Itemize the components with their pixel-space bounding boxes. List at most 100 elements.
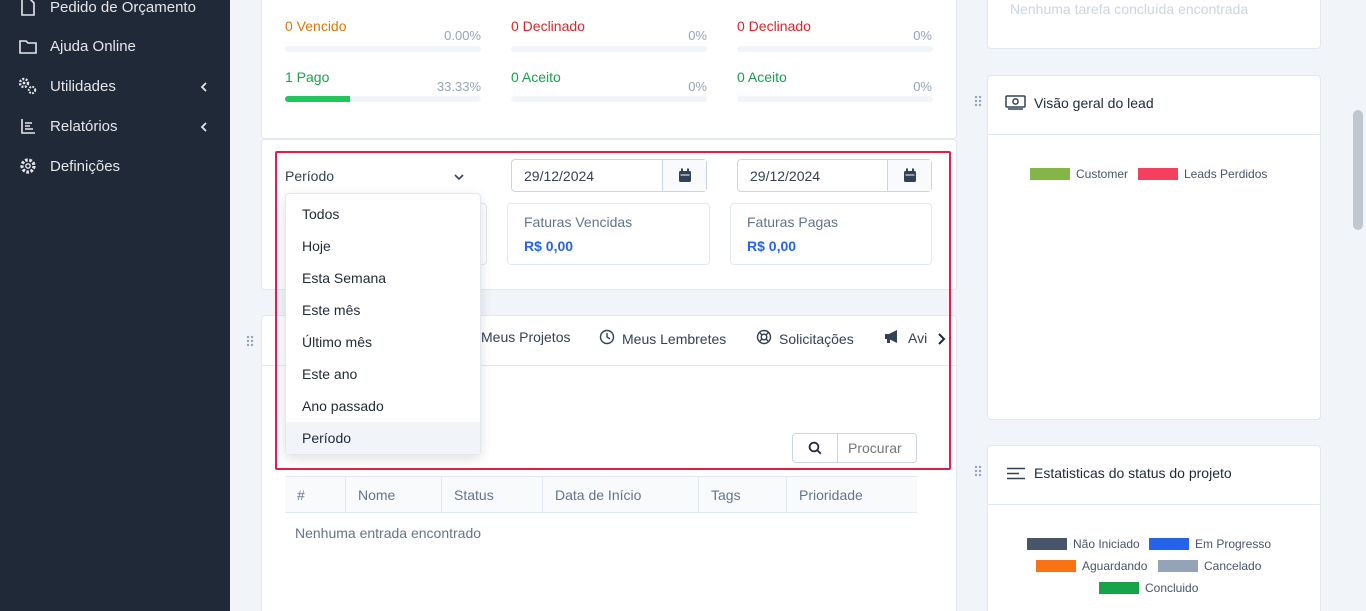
chevron-left-icon	[198, 80, 210, 92]
table-header-cell[interactable]: Status	[442, 476, 543, 513]
sidebar-item-relatorios[interactable]: Relatórios	[0, 106, 230, 146]
sidebar-item-label: Definições	[50, 157, 121, 175]
tab-label: Solicitações	[779, 330, 854, 347]
bullhorn-icon	[884, 329, 901, 347]
dropdown-option-ano-passado[interactable]: Ano passado	[286, 390, 480, 422]
card-value: R$ 0,00	[747, 238, 797, 254]
cogs-icon	[18, 76, 38, 96]
sidebar-item-label: Ajuda Online	[50, 37, 136, 55]
file-icon	[18, 0, 38, 17]
tab-solicitacoes[interactable]: Solicitações	[756, 329, 854, 348]
legend-swatch	[1036, 560, 1076, 572]
legend-swatch	[1027, 538, 1067, 550]
progress-bar	[511, 96, 707, 102]
search-input[interactable]	[839, 434, 916, 462]
period-select-value: Período	[285, 168, 335, 184]
calendar-icon[interactable]	[887, 160, 931, 191]
legend-label: Aguardando	[1082, 559, 1148, 573]
stat-pct: 0%	[913, 28, 932, 43]
date-from-input[interactable]: 29/12/2024	[511, 159, 707, 192]
stat-pct: 0.00%	[444, 28, 481, 43]
money-bill-icon	[1005, 95, 1026, 115]
progress-bar	[285, 96, 481, 102]
dropdown-option-este-ano[interactable]: Este ano	[286, 358, 480, 390]
progress-bar	[285, 46, 481, 52]
period-select[interactable]: Período	[285, 161, 475, 191]
sidebar-item-label: Pedido de Orçamento	[50, 0, 196, 16]
bars-icon	[1006, 467, 1026, 485]
legend-item[interactable]: Customer	[1030, 167, 1128, 181]
faturas-pagas-card: Faturas Pagas R$ 0,00	[730, 203, 932, 265]
legend-item[interactable]: Em Progresso	[1149, 537, 1271, 551]
legend-label: Em Progresso	[1195, 537, 1272, 551]
dropdown-option-esta-semana[interactable]: Esta Semana	[286, 262, 480, 294]
card-title: Faturas Vencidas	[524, 214, 633, 230]
dropdown-option-periodo[interactable]: Período	[286, 422, 480, 454]
tab-avisos[interactable]: Avi	[884, 329, 927, 347]
dropdown-option-todos[interactable]: Todos	[286, 198, 480, 230]
table-header-cell[interactable]: Tags	[699, 476, 787, 513]
legend-label: Leads Perdidos	[1184, 167, 1268, 181]
tab-label: Avi	[908, 330, 928, 346]
scrollbar-track[interactable]	[1350, 0, 1366, 611]
tasks-card: Nenhuma tarefa concluída encontrada	[987, 0, 1321, 49]
stat-aceito: 0 Aceito	[737, 69, 787, 85]
card-title: Faturas Pagas	[747, 214, 839, 230]
stat-pct: 0%	[688, 79, 707, 94]
lead-overview-card	[987, 75, 1321, 420]
dropdown-option-ultimo-mes[interactable]: Último mês	[286, 326, 480, 358]
sidebar-item-label: Relatórios	[50, 117, 118, 135]
clock-icon	[599, 329, 615, 348]
legend-label: Concluido	[1145, 581, 1199, 595]
sidebar-item-definicoes[interactable]: Definições	[0, 146, 230, 186]
stat-vencido: 0 Vencido	[285, 18, 347, 34]
chevron-left-icon	[198, 120, 210, 132]
progress-bar	[737, 96, 933, 102]
date-to-input[interactable]: 29/12/2024	[737, 159, 932, 192]
legend-label: Cancelado	[1204, 559, 1262, 573]
chevron-down-icon	[453, 170, 465, 186]
sidebar-item-ajuda-online[interactable]: Ajuda Online	[0, 26, 230, 66]
calendar-icon[interactable]	[662, 160, 706, 191]
stat-pct: 0%	[688, 28, 707, 43]
dropdown-option-este-mes[interactable]: Este mês	[286, 294, 480, 326]
tasks-empty-message: Nenhuma tarefa concluída encontrada	[1010, 1, 1249, 17]
table-header-cell[interactable]: Prioridade	[787, 476, 917, 513]
legend-item[interactable]: Concluido	[1099, 581, 1198, 595]
lead-overview-title: Visão geral do lead	[1034, 95, 1154, 111]
table-header-cell[interactable]: #	[285, 476, 346, 513]
drag-handle-icon[interactable]	[974, 94, 982, 107]
stat-aceito: 0 Aceito	[511, 69, 561, 85]
legend-label: Customer	[1076, 167, 1129, 181]
date-to-value: 29/12/2024	[750, 168, 821, 184]
legend-swatch	[1099, 582, 1139, 594]
legend-item[interactable]: Leads Perdidos	[1138, 167, 1267, 181]
invoice-stats-card	[261, 0, 957, 139]
table-header-cell[interactable]: Data de Início	[543, 476, 699, 513]
sidebar-item-utilidades[interactable]: Utilidades	[0, 66, 230, 106]
dropdown-option-hoje[interactable]: Hoje	[286, 230, 480, 262]
chevron-right-icon[interactable]	[936, 332, 946, 351]
legend-swatch	[1149, 538, 1189, 550]
table-empty-message: Nenhuma entrada encontrado	[295, 525, 482, 541]
stat-pago: 1 Pago	[285, 69, 330, 85]
faturas-vencidas-card: Faturas Vencidas R$ 0,00	[507, 203, 710, 265]
tab-label: Meus Lembretes	[622, 330, 727, 347]
drag-handle-icon[interactable]	[974, 464, 982, 477]
tab-meus-lembretes[interactable]: Meus Lembretes	[599, 329, 726, 348]
sidebar: Pedido de Orçamento Ajuda Online Utilida…	[0, 0, 230, 611]
tab-meus-projetos[interactable]: Meus Projetos	[481, 329, 570, 345]
sidebar-item-pedido-orcamento[interactable]: Pedido de Orçamento	[0, 0, 230, 27]
scrollbar-thumb[interactable]	[1353, 110, 1363, 230]
table-header-cell[interactable]: Nome	[346, 476, 442, 513]
list-icon	[18, 116, 38, 136]
legend-item[interactable]: Aguardando	[1036, 559, 1147, 573]
stat-declinado: 0 Declinado	[511, 18, 585, 34]
drag-handle-icon[interactable]	[246, 334, 254, 347]
gear-icon	[18, 156, 38, 176]
project-status-title: Estatisticas do status do projeto	[1034, 465, 1232, 481]
card-divider	[988, 134, 1320, 135]
legend-item[interactable]: Cancelado	[1158, 559, 1261, 573]
legend-item[interactable]: Não Iniciado	[1027, 537, 1140, 551]
search-icon[interactable]	[793, 434, 838, 462]
